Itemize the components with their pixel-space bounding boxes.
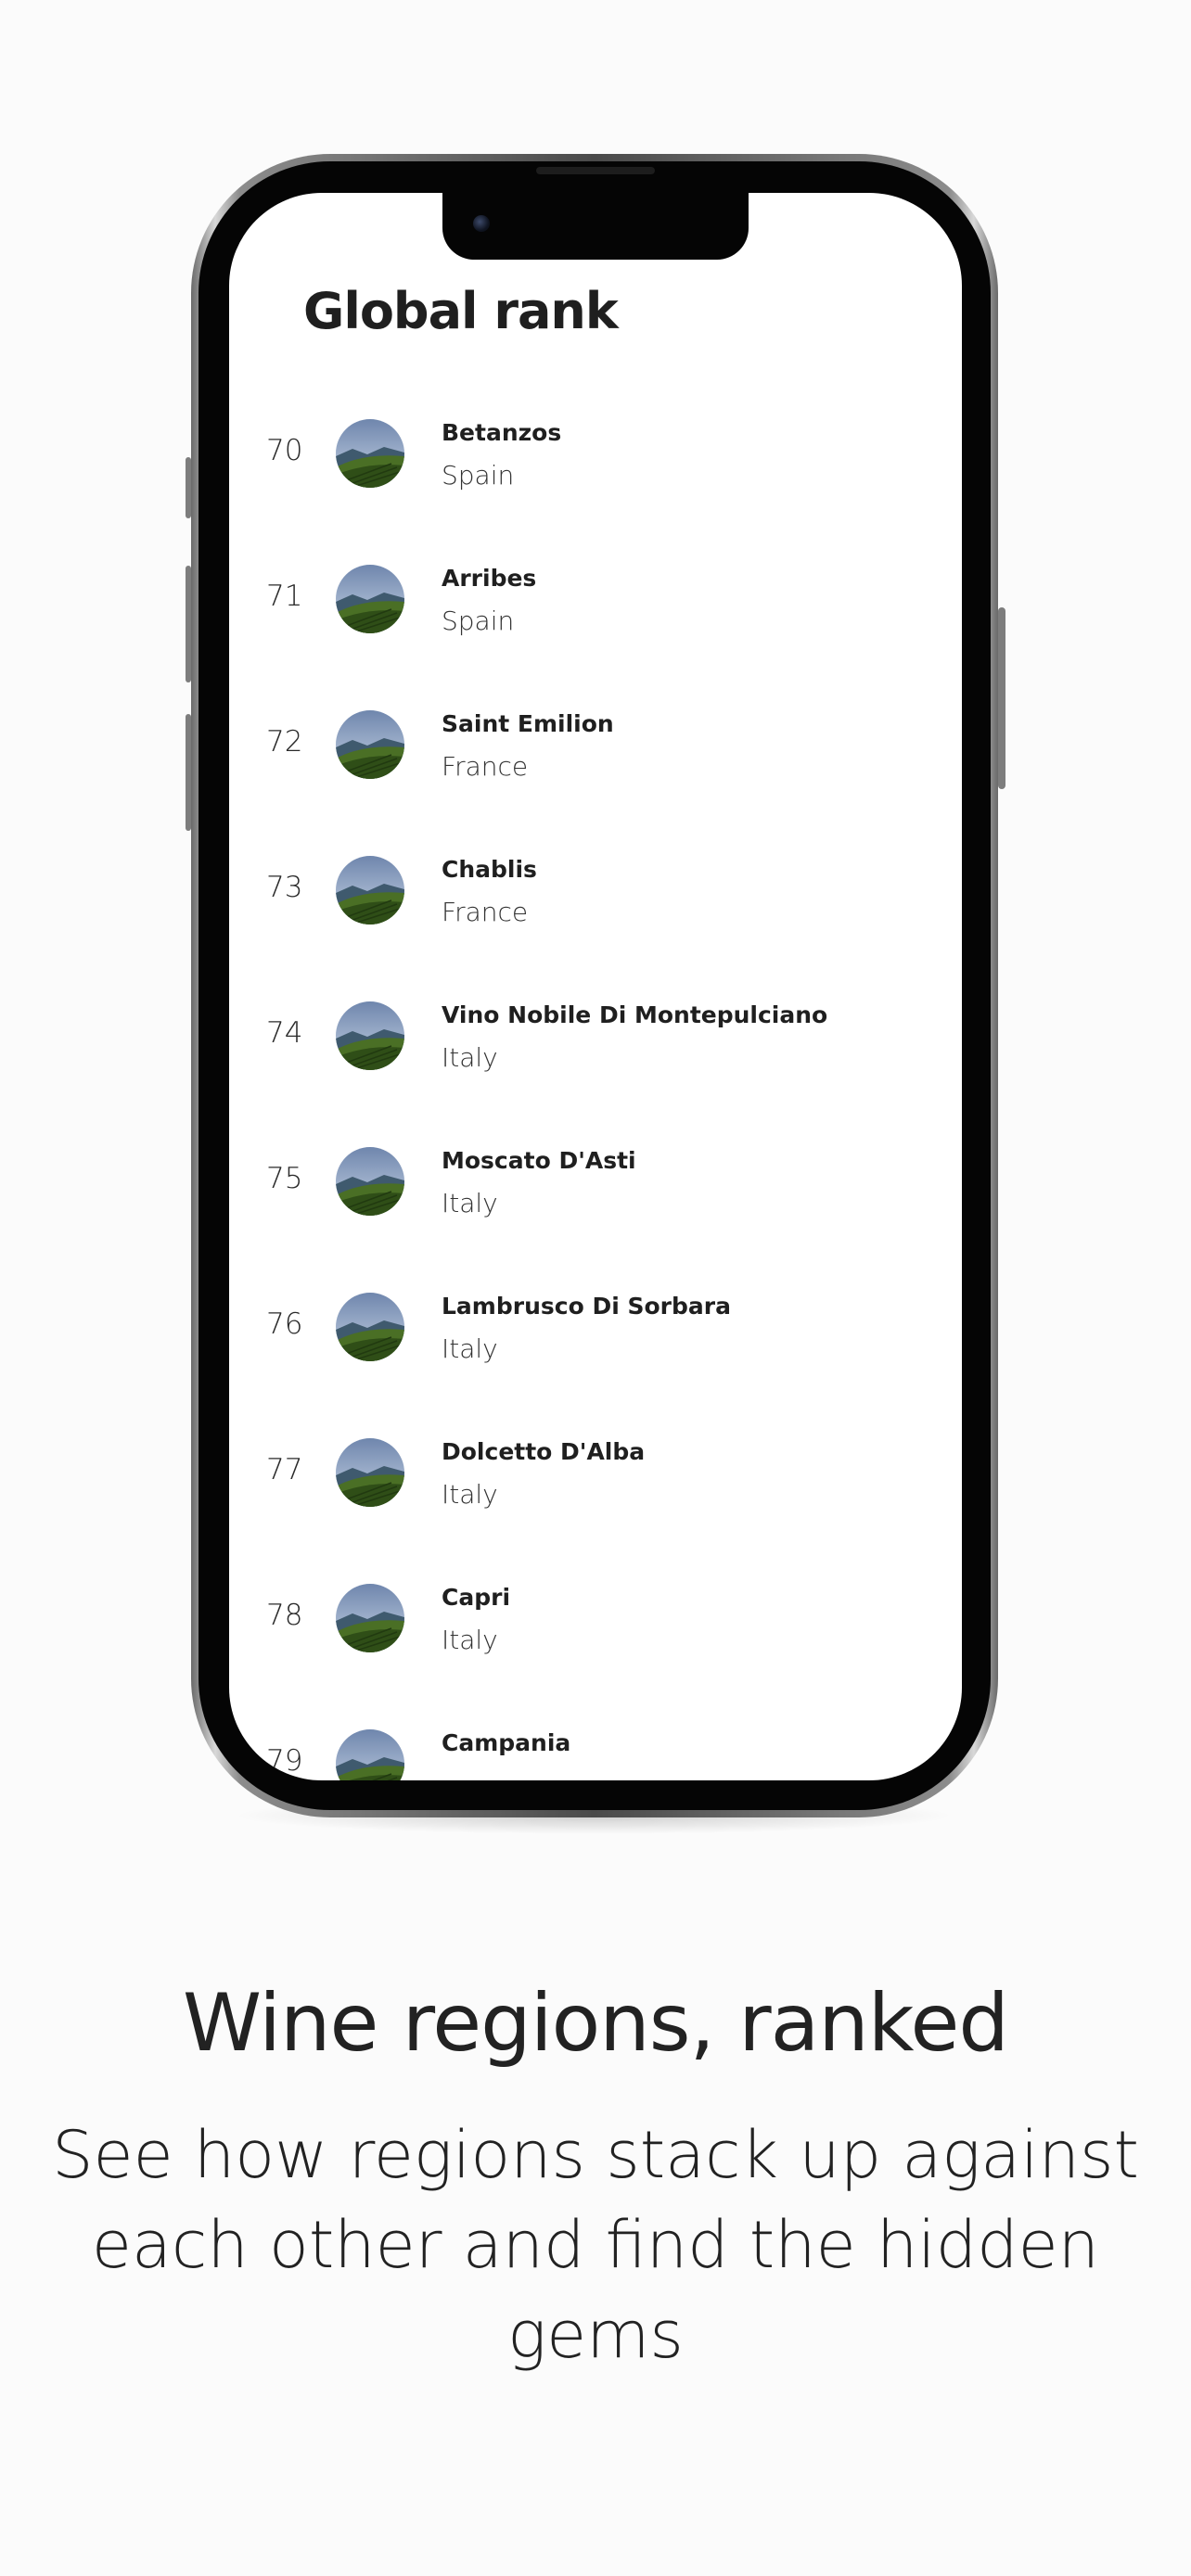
- list-item[interactable]: 78 Capri Italy: [229, 1556, 962, 1702]
- app-screen[interactable]: Global rank 70 Betanzos Spain 71 Arribes…: [229, 193, 962, 1780]
- list-item[interactable]: 71 Arribes Spain: [229, 537, 962, 682]
- rank-number: 78: [266, 1599, 303, 1632]
- rank-number: 79: [266, 1744, 303, 1778]
- power-button: [998, 607, 1005, 789]
- vineyard-landscape-icon: [336, 1001, 404, 1070]
- vineyard-landscape-icon: [336, 1729, 404, 1780]
- list-item[interactable]: 70 Betanzos Spain: [229, 391, 962, 537]
- region-name: Arribes: [442, 565, 537, 592]
- rank-number: 75: [266, 1162, 303, 1195]
- vineyard-landscape-icon: [336, 856, 404, 925]
- rank-number: 72: [266, 725, 303, 759]
- region-name: Campania: [442, 1729, 571, 1756]
- region-name: Dolcetto D'Alba: [442, 1438, 646, 1465]
- rank-number: 71: [266, 580, 303, 613]
- region-country: Italy: [442, 1625, 498, 1655]
- volume-up-button: [186, 566, 191, 682]
- vineyard-landscape-icon: [336, 1293, 404, 1361]
- region-name: Vino Nobile Di Montepulciano: [442, 1001, 828, 1028]
- silent-switch: [186, 457, 191, 518]
- list-item[interactable]: 79 Campania: [229, 1702, 962, 1780]
- vineyard-landscape-icon: [336, 1438, 404, 1507]
- region-name: Chablis: [442, 856, 537, 883]
- list-item[interactable]: 75 Moscato D'Asti Italy: [229, 1119, 962, 1265]
- region-country: France: [442, 751, 529, 782]
- region-country: Spain: [442, 606, 515, 636]
- list-item[interactable]: 72 Saint Emilion France: [229, 682, 962, 828]
- region-country: France: [442, 897, 529, 927]
- vineyard-landscape-icon: [336, 1147, 404, 1216]
- rank-list[interactable]: 70 Betanzos Spain 71 Arribes Spain 72 Sa…: [229, 391, 962, 1780]
- volume-down-button: [186, 714, 191, 831]
- list-item[interactable]: 77 Dolcetto D'Alba Italy: [229, 1410, 962, 1556]
- region-name: Moscato D'Asti: [442, 1147, 636, 1174]
- vineyard-landscape-icon: [336, 419, 404, 488]
- list-item[interactable]: 76 Lambrusco Di Sorbara Italy: [229, 1265, 962, 1410]
- rank-number: 74: [266, 1016, 303, 1050]
- rank-number: 77: [266, 1453, 303, 1486]
- region-country: Spain: [442, 460, 515, 491]
- region-country: Italy: [442, 1479, 498, 1510]
- region-country: Italy: [442, 1333, 498, 1364]
- rank-number: 73: [266, 871, 303, 904]
- region-name: Lambrusco Di Sorbara: [442, 1293, 731, 1320]
- speaker-grille: [536, 167, 655, 174]
- region-name: Saint Emilion: [442, 710, 614, 737]
- list-item[interactable]: 74 Vino Nobile Di Montepulciano Italy: [229, 974, 962, 1119]
- rank-number: 76: [266, 1307, 303, 1341]
- front-camera-icon: [473, 215, 490, 232]
- rank-number: 70: [266, 434, 303, 467]
- vineyard-landscape-icon: [336, 710, 404, 779]
- region-name: Capri: [442, 1584, 511, 1611]
- page-title: Global rank: [303, 282, 619, 340]
- region-country: Italy: [442, 1042, 498, 1073]
- region-country: Italy: [442, 1188, 498, 1218]
- vineyard-landscape-icon: [336, 1584, 404, 1652]
- region-name: Betanzos: [442, 419, 562, 446]
- vineyard-landscape-icon: [336, 565, 404, 633]
- list-item[interactable]: 73 Chablis France: [229, 828, 962, 974]
- caption-headline: Wine regions, ranked: [182, 1977, 1009, 2070]
- caption-subline: See how regions stack up against each ot…: [52, 2117, 1139, 2373]
